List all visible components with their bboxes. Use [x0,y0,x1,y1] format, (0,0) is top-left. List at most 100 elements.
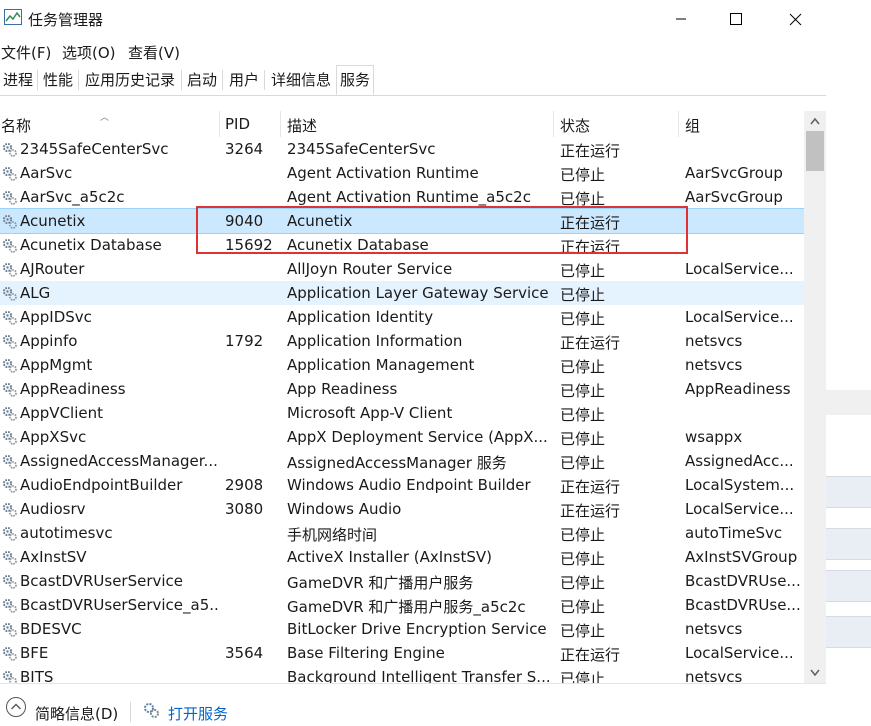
service-row[interactable]: AssignedAccessManager... AssignedAccessMa… [0,449,804,473]
tab-performance[interactable]: 性能 [40,66,76,94]
service-row[interactable]: autotimesvc 手机网络时间 已停止 autoTimeSvc [0,521,804,545]
scroll-up-button[interactable] [804,111,826,131]
service-gear-icon [1,357,18,374]
scrollbar-thumb[interactable] [806,131,824,171]
service-name: ALG [20,284,51,302]
service-row[interactable]: AarSvc Agent Activation Runtime 已停止 AarSvcG… [0,161,804,185]
service-group: netsvcs [685,668,743,683]
footer-bar: 简略信息(D) 打开服务 [0,683,826,726]
service-description: Application Layer Gateway Service [287,284,549,302]
open-services-link[interactable]: 打开服务 [168,703,228,724]
service-status: 已停止 [560,454,606,472]
service-row[interactable]: AJRouter AllJoyn Router Service 已停止 LocalSe… [0,257,804,281]
service-gear-icon [1,645,18,662]
service-row[interactable]: AudioEndpointBuilder 2908 Windows Audio En… [0,473,804,497]
service-group: LocalService... [685,644,794,662]
tab-services[interactable]: 服务 [336,65,375,95]
service-row[interactable]: BcastDVRUserService_a5... GameDVR 和广播用户服务… [0,593,804,617]
service-row[interactable]: AppXSvc AppX Deployment Service (AppX... 已… [0,425,804,449]
service-name: AudioEndpointBuilder [20,476,183,494]
tab-users[interactable]: 用户 [226,66,262,94]
service-group: AxInstSVGroup [685,548,798,566]
service-group: LocalSystem... [685,476,795,494]
service-status: 已停止 [560,598,606,616]
tab-startup[interactable]: 启动 [184,66,220,94]
tab-details[interactable]: 详细信息 [268,66,334,94]
title-bar: 任务管理器 [0,0,826,38]
service-row[interactable]: Audiosrv 3080 Windows Audio 正在运行 LocalServic… [0,497,804,521]
service-gear-icon [1,669,18,683]
menu-options[interactable]: 选项(O) [62,42,116,63]
col-header-pid[interactable]: PID [225,115,250,133]
service-description: BitLocker Drive Encryption Service [287,620,547,638]
service-row[interactable]: AppIDSvc Application Identity 已停止 LocalServ… [0,305,804,329]
service-row[interactable]: BITS Background Intelligent Transfer S...… [0,665,804,683]
column-divider[interactable] [219,111,220,137]
service-row[interactable]: AppReadiness App Readiness 已停止 AppReadiness [0,377,804,401]
collapse-chevron-icon[interactable] [5,696,27,718]
column-divider[interactable] [678,111,679,137]
service-description: ActiveX Installer (AxInstSV) [287,548,493,566]
service-row[interactable]: Appinfo 1792 Application Information 正在运行 ne… [0,329,804,353]
vertical-scrollbar[interactable] [804,111,826,683]
fewer-details-button[interactable]: 简略信息(D) [35,703,118,724]
service-status: 已停止 [560,430,606,448]
col-header-description[interactable]: 描述 [287,115,317,136]
menu-file[interactable]: 文件(F) [1,42,51,63]
service-group: AppReadiness [685,380,791,398]
service-row[interactable]: 2345SafeCenterSvc 3264 2345SafeCenterSvc 正在… [0,137,804,161]
service-gear-icon [1,213,18,230]
service-row[interactable]: AppMgmt Application Management 已停止 netsvcs [0,353,804,377]
close-button[interactable] [772,0,818,38]
service-name: Audiosrv [20,500,86,518]
column-divider[interactable] [280,111,281,137]
chevron-up-icon [810,117,820,125]
service-description: Agent Activation Runtime [287,164,479,182]
service-status: 已停止 [560,310,606,328]
service-row[interactable]: AxInstSV ActiveX Installer (AxInstSV) 已停止 A… [0,545,804,569]
col-header-group[interactable]: 组 [685,115,700,136]
service-status: 已停止 [560,550,606,568]
service-description: Agent Activation Runtime_a5c2c [287,188,531,206]
tab-divider [264,70,265,90]
background-window-edge [826,0,871,726]
tab-app-history[interactable]: 应用历史记录 [82,66,178,94]
minimize-button[interactable] [658,0,704,38]
service-row[interactable]: ALG Application Layer Gateway Service 已停止 [0,281,804,305]
service-row[interactable]: AppVClient Microsoft App-V Client 已停止 [0,401,804,425]
service-description: 2345SafeCenterSvc [287,140,436,158]
service-description: Windows Audio Endpoint Builder [287,476,531,494]
col-header-status[interactable]: 状态 [560,115,590,136]
service-group: LocalService... [685,260,794,278]
service-description: Microsoft App-V Client [287,404,453,422]
task-manager-window: 任务管理器 文件(F) 选项(O) 查看(V) 进程 性能 应用历史记录 启动 … [0,0,826,726]
service-description: GameDVR 和广播用户服务 [287,574,474,592]
maximize-button[interactable] [713,0,759,38]
service-description: 手机网络时间 [287,526,378,544]
scroll-down-button[interactable] [804,663,826,683]
service-row[interactable]: BcastDVRUserService GameDVR 和广播用户服务 已停止 Bca… [0,569,804,593]
service-name: Acunetix [20,212,86,230]
service-description: AllJoyn Router Service [287,260,453,278]
service-name: Appinfo [20,332,78,350]
service-group: AssignedAcc... [685,452,794,470]
service-gear-icon [1,141,18,158]
annotation-highlight-box [196,206,688,254]
service-name: BFE [20,644,49,662]
tab-processes[interactable]: 进程 [0,66,36,94]
column-divider[interactable] [553,111,554,137]
service-group: netsvcs [685,620,743,638]
service-gear-icon [1,261,18,278]
service-pid: 3080 [225,500,264,518]
menu-view[interactable]: 查看(V) [128,42,180,63]
service-row[interactable]: BDESVC BitLocker Drive Encryption Service… [0,617,804,641]
window-title: 任务管理器 [28,11,104,29]
service-group: LocalService... [685,308,794,326]
service-gear-icon [1,453,18,470]
col-header-name[interactable]: 名称 [1,115,31,136]
service-name: AxInstSV [20,548,87,566]
service-description: Application Management [287,356,475,374]
service-row[interactable]: BFE 3564 Base Filtering Engine 正在运行 LocalSer… [0,641,804,665]
service-gear-icon [1,381,18,398]
service-pid: 1792 [225,332,264,350]
